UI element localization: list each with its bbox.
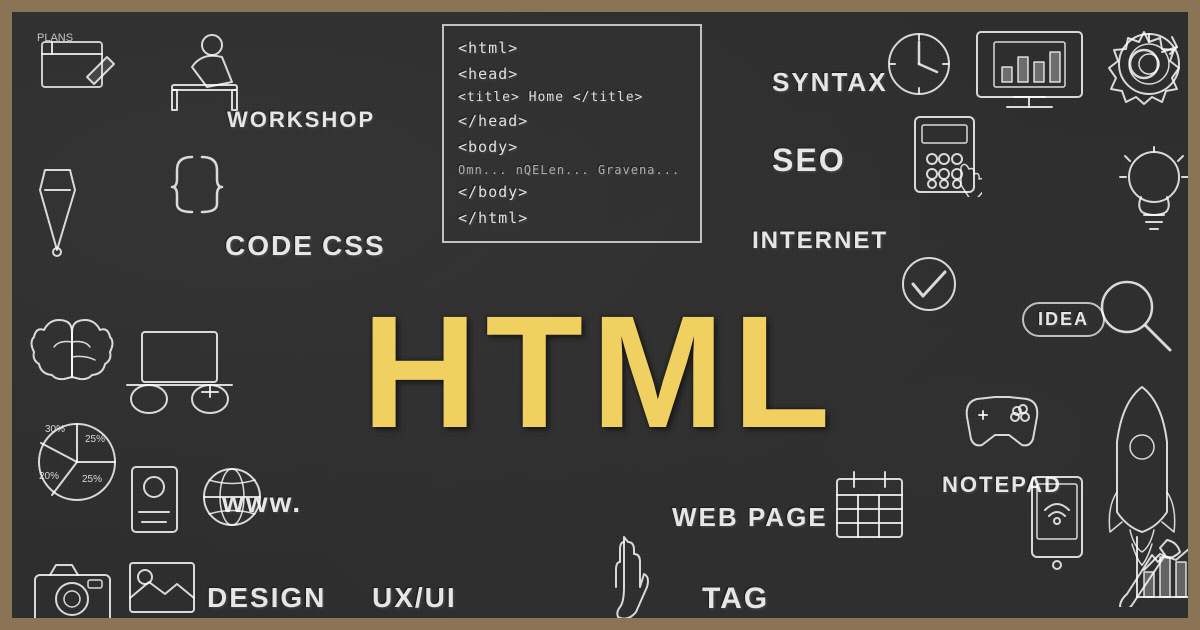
svg-text:25%: 25% xyxy=(82,474,102,485)
curly-braces-icon xyxy=(167,152,227,217)
design-label: DESIGN xyxy=(207,582,326,614)
person-desk-icon xyxy=(152,27,252,122)
lightbulb-icon xyxy=(1117,142,1192,242)
checkmark-icon xyxy=(897,252,962,317)
touch-finger-icon xyxy=(592,532,657,622)
svg-text:25%: 25% xyxy=(85,434,105,445)
brain-icon xyxy=(30,312,115,387)
plans-pencil-icon: PLANS xyxy=(32,32,122,122)
id-card-icon xyxy=(127,462,182,537)
ux-ui-label: UX/UI xyxy=(372,582,457,614)
clock-icon xyxy=(882,27,957,102)
calculator-icon xyxy=(907,112,982,197)
web-page-label: WEB PAGE xyxy=(672,502,828,533)
image-icon xyxy=(127,560,197,615)
globe-icon xyxy=(197,462,267,532)
tag-label: TAG xyxy=(702,582,769,616)
code-line-8: </html> xyxy=(458,206,686,232)
code-line-5: <body> xyxy=(458,135,686,161)
code-line-2: <head> xyxy=(458,62,686,88)
fountain-pen-icon xyxy=(30,160,85,260)
internet-label: INTERNET xyxy=(752,227,888,255)
code-line-1: <html> xyxy=(458,36,686,62)
main-title: HTML xyxy=(362,292,838,452)
code-line-3: <title> Home </title> xyxy=(458,87,686,109)
calendar-icon xyxy=(832,467,907,542)
code-snippet-box: <html> <head> <title> Home </title> </he… xyxy=(442,24,702,243)
bar-chart-icon xyxy=(1132,532,1200,607)
svg-text:30%: 30% xyxy=(45,424,65,435)
gamepad-icon xyxy=(957,387,1047,452)
css-label: CSS xyxy=(322,230,386,262)
code-line-7: </body> xyxy=(458,180,686,206)
seo-label: SEO xyxy=(772,142,846,179)
code-line-6: Omn... ​nQE​Len... Gra​ven​a... xyxy=(458,160,686,180)
magnifier-icon xyxy=(1092,272,1177,357)
svg-text:PLANS: PLANS xyxy=(37,32,73,44)
code-line-4: </head> xyxy=(458,109,686,135)
syntax-label: SYNTAX xyxy=(772,67,888,98)
monitor-icon xyxy=(972,27,1087,112)
laptop-icon xyxy=(122,317,237,417)
svg-text:20%: 20% xyxy=(39,471,59,482)
pie-chart-icon: 30% 25% 25% 20% xyxy=(27,407,127,507)
camera-icon xyxy=(30,557,115,627)
target-icon xyxy=(1112,27,1187,102)
code-label: CODE xyxy=(225,230,314,262)
chalkboard-background: HTML <html> <head> <title> Home </title>… xyxy=(0,0,1200,630)
tablet-wifi-icon xyxy=(1017,472,1097,582)
